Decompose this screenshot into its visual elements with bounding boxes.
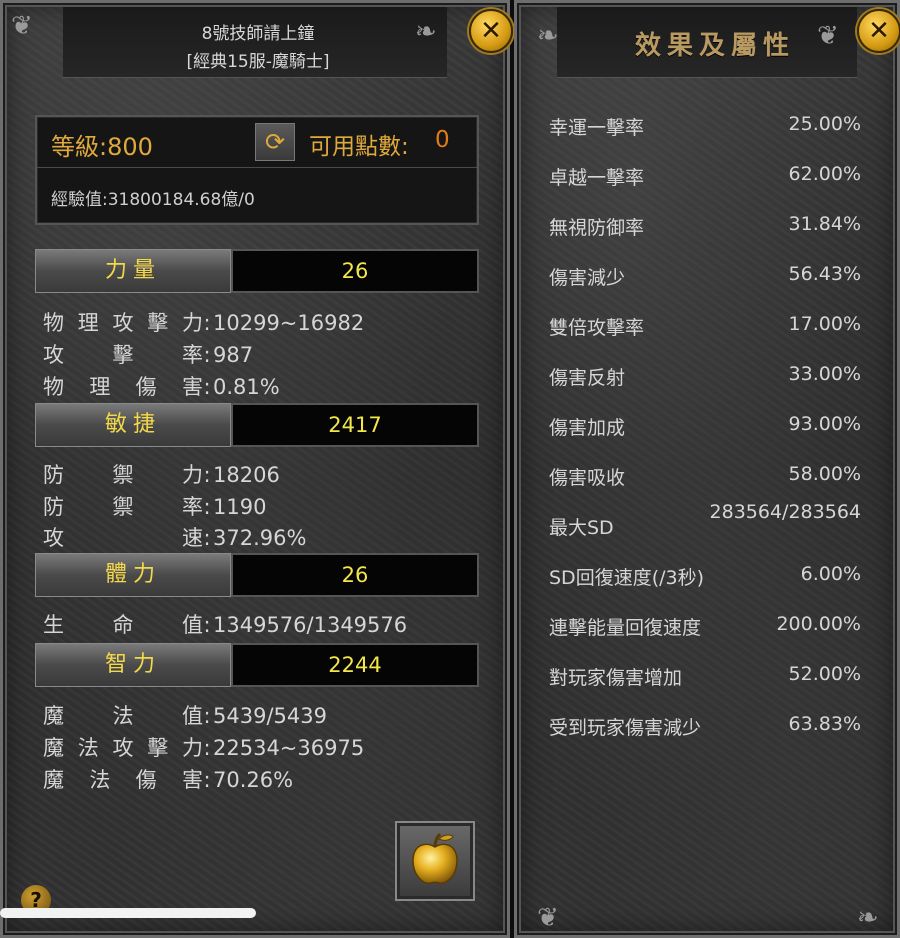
effect-value: 25.00% (788, 113, 861, 135)
effect-value: 283564/283564 (709, 501, 861, 523)
stat-row-vitality[interactable]: 體力 26 (35, 553, 479, 597)
effect-name: 卓越一擊率 (549, 167, 645, 189)
level-box: 等級:800 ⟳ 可用點數: 0 經驗值:31800184.68億/0 (35, 115, 479, 225)
effects-title: 效果及屬性 (635, 31, 796, 61)
stat-value: 26 (231, 553, 479, 597)
effect-name: 傷害加成 (549, 417, 626, 439)
effect-value: 52.00% (788, 663, 861, 685)
effect-name: 對玩家傷害增加 (549, 667, 683, 689)
effect-value: 31.84% (788, 213, 861, 235)
stat-value: 26 (231, 249, 479, 293)
effect-name: 幸運一擊率 (549, 117, 645, 139)
stat-value: 2417 (231, 403, 479, 447)
golden-apple-button[interactable] (395, 821, 475, 901)
effect-name: 無視防御率 (549, 217, 645, 239)
effect-value: 33.00% (788, 363, 861, 385)
close-button[interactable]: ✕ (857, 9, 900, 53)
effect-value: 200.00% (776, 613, 861, 635)
effect-value: 17.00% (788, 313, 861, 335)
effects-panel: ❧ ❦ 效果及屬性 ✕ 幸運一擊率 25.00% 卓越一擊率 62.00% 無視… (514, 0, 900, 938)
stat-value: 2244 (231, 643, 479, 687)
close-button[interactable]: ✕ (469, 9, 513, 53)
refresh-icon: ⟳ (264, 128, 286, 156)
effect-value: 62.00% (788, 163, 861, 185)
experience-label: 經驗值:31800184.68億/0 (51, 190, 255, 210)
attr-line: 防禦力: 18206 (43, 463, 280, 487)
server-name: [經典15服-魔騎士] (186, 52, 330, 72)
effect-name: 傷害反射 (549, 367, 626, 389)
stat-name: 智力 (35, 643, 231, 687)
attr-line: 物理攻擊力: 10299~16982 (43, 311, 365, 335)
effect-value: 6.00% (800, 563, 861, 585)
title-ornament-icon: ❦ (817, 21, 839, 51)
stat-row-energy[interactable]: 智力 2244 (35, 643, 479, 687)
attr-line: 物理傷害: 0.81% (43, 375, 280, 399)
attr-line: 魔法攻擊力: 22534~36975 (43, 736, 365, 760)
golden-apple-icon (412, 832, 458, 884)
attr-line: 生命值: 1349576/1349576 (43, 613, 408, 637)
effect-value: 93.00% (788, 413, 861, 435)
title-ornament-icon: ❧ (537, 21, 559, 51)
stat-row-agility[interactable]: 敏捷 2417 (35, 403, 479, 447)
points-label: 可用點數: (309, 134, 409, 160)
effect-name: 雙倍攻擊率 (549, 317, 645, 339)
corner-ornament-icon: ❧ (857, 903, 879, 933)
stat-row-strength[interactable]: 力量 26 (35, 249, 479, 293)
corner-ornament-icon: ❦ (537, 903, 559, 933)
attr-line: 防禦率: 1190 (43, 495, 267, 519)
attr-line: 攻速: 372.96% (43, 526, 307, 550)
effect-name: 最大SD (549, 517, 614, 539)
effect-name: 連擊能量回復速度 (549, 617, 702, 639)
effect-value: 63.83% (788, 713, 861, 735)
effect-name: SD回復速度(/3秒) (549, 567, 705, 589)
stat-name: 敏捷 (35, 403, 231, 447)
effect-value: 58.00% (788, 463, 861, 485)
home-indicator[interactable] (0, 908, 256, 918)
effect-name: 傷害吸收 (549, 467, 626, 489)
attr-line: 攻擊率: 987 (43, 343, 254, 367)
effect-name: 受到玩家傷害減少 (549, 717, 702, 739)
character-name: 8號技師請上鐘 (201, 24, 315, 44)
attr-line: 魔法值: 5439/5439 (43, 704, 327, 728)
effect-value: 56.43% (788, 263, 861, 285)
character-info-panel: ❦ ❧ 8號技師請上鐘 [經典15服-魔騎士] ✕ 等級:800 ⟳ 可用點數:… (0, 0, 513, 938)
reset-points-button[interactable]: ⟳ (255, 123, 295, 161)
level-label: 等級:800 (51, 133, 153, 161)
effect-name: 傷害減少 (549, 267, 626, 289)
close-icon: ✕ (868, 16, 890, 46)
stat-name: 力量 (35, 249, 231, 293)
points-value: 0 (435, 127, 450, 153)
stat-name: 體力 (35, 553, 231, 597)
attr-line: 魔法傷害: 70.26% (43, 768, 294, 792)
close-icon: ✕ (480, 16, 502, 46)
